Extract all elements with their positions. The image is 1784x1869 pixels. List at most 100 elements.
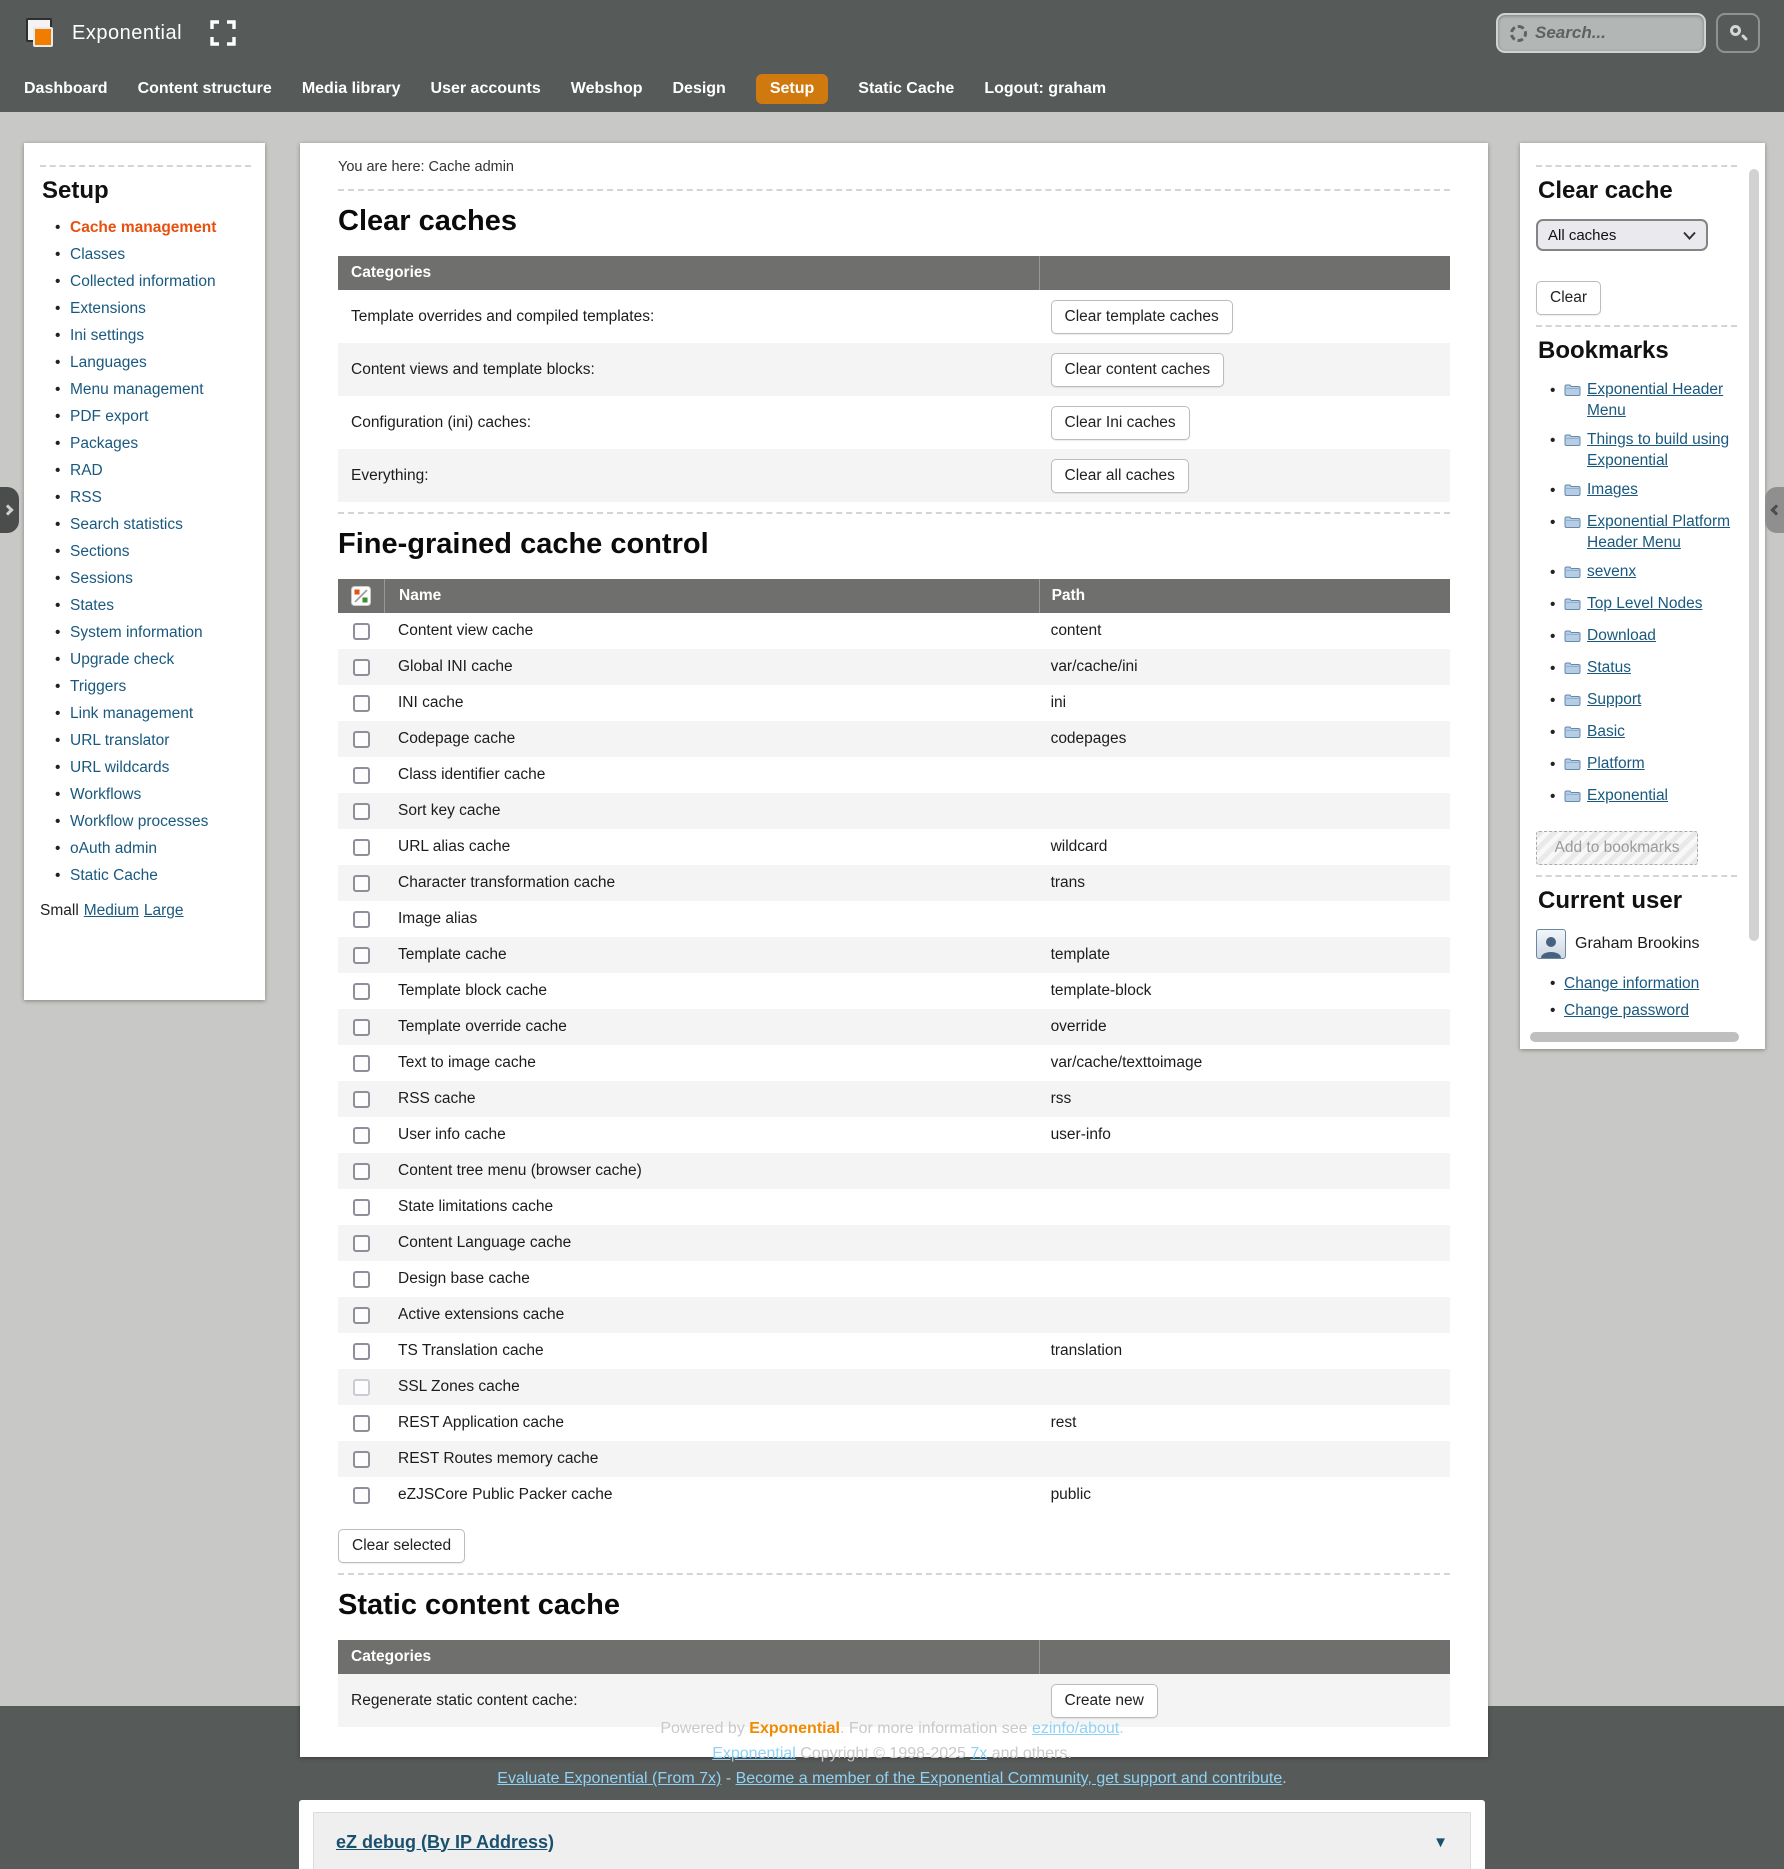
clear-template-caches-button[interactable]: Clear template caches — [1051, 300, 1233, 334]
debug-collapse-arrow[interactable]: ▼ — [1433, 1834, 1448, 1851]
sidebar-link-extensions[interactable]: Extensions — [70, 300, 146, 317]
sidebar-link-workflow-processes[interactable]: Workflow processes — [70, 813, 208, 830]
sidebar-link-rad[interactable]: RAD — [70, 462, 103, 479]
sidebar-link-cache-management[interactable]: Cache management — [70, 219, 216, 236]
sidebar-link-sections[interactable]: Sections — [70, 543, 129, 560]
nav-dashboard[interactable]: Dashboard — [24, 80, 108, 98]
sidebar-link-languages[interactable]: Languages — [70, 354, 147, 371]
sidebar-link-triggers[interactable]: Triggers — [70, 678, 126, 695]
sidebar-link-menu-management[interactable]: Menu management — [70, 381, 204, 398]
checkbox-template-block-cache[interactable] — [353, 983, 370, 1000]
sidebar-link-ini-settings[interactable]: Ini settings — [70, 327, 144, 344]
clear-selected-button[interactable]: Clear selected — [338, 1529, 465, 1563]
user-link-change-password[interactable]: Change password — [1564, 1002, 1689, 1019]
checkbox-ts-translation-cache[interactable] — [353, 1343, 370, 1360]
bookmark-link-status[interactable]: Status — [1587, 657, 1631, 678]
bookmark-link-top-level-nodes[interactable]: Top Level Nodes — [1587, 593, 1702, 614]
create-new-button[interactable]: Create new — [1051, 1684, 1158, 1718]
size-link-large[interactable]: Large — [144, 902, 184, 919]
nav-media-library[interactable]: Media library — [302, 80, 401, 98]
bookmark-link-sevenx[interactable]: sevenx — [1587, 561, 1636, 582]
nav-static-cache[interactable]: Static Cache — [858, 80, 954, 98]
footer-link-exponential[interactable]: Exponential — [712, 1745, 796, 1762]
sidebar-link-states[interactable]: States — [70, 597, 114, 614]
sidebar-link-packages[interactable]: Packages — [70, 435, 138, 452]
checkbox-class-identifier-cache[interactable] — [353, 767, 370, 784]
footer-link-7x[interactable]: 7x — [970, 1745, 987, 1762]
checkbox-image-alias[interactable] — [353, 911, 370, 928]
sidebar-link-url-wildcards[interactable]: URL wildcards — [70, 759, 169, 776]
table-row: Image alias — [338, 901, 1450, 937]
checkbox-rss-cache[interactable] — [353, 1091, 370, 1108]
sidebar-link-oauth-admin[interactable]: oAuth admin — [70, 840, 157, 857]
vertical-scrollbar[interactable] — [1749, 169, 1759, 941]
footer-link-ezinfo-about[interactable]: ezinfo/about — [1032, 1720, 1119, 1737]
search-button[interactable] — [1716, 13, 1760, 53]
sidebar-link-static-cache[interactable]: Static Cache — [70, 867, 158, 884]
select-all-cell[interactable] — [338, 579, 384, 613]
left-panel-collapse-handle[interactable] — [0, 487, 19, 533]
checkbox-ini-cache[interactable] — [353, 695, 370, 712]
checkbox-content-tree-menu-browser-cache[interactable] — [353, 1163, 370, 1180]
folder-icon — [1564, 692, 1581, 713]
bookmark-link-basic[interactable]: Basic — [1587, 721, 1625, 742]
sidebar-link-sessions[interactable]: Sessions — [70, 570, 133, 587]
nav-content-structure[interactable]: Content structure — [138, 80, 272, 98]
bookmark-link-images[interactable]: Images — [1587, 479, 1638, 500]
user-link-change-information[interactable]: Change information — [1564, 975, 1699, 992]
search-input[interactable]: Search... — [1496, 13, 1706, 53]
checkbox-rest-application-cache[interactable] — [353, 1415, 370, 1432]
sidebar-link-url-translator[interactable]: URL translator — [70, 732, 169, 749]
checkbox-sort-key-cache[interactable] — [353, 803, 370, 820]
sidebar-link-classes[interactable]: Classes — [70, 246, 125, 263]
checkbox-url-alias-cache[interactable] — [353, 839, 370, 856]
bookmark-link-platform[interactable]: Platform — [1587, 753, 1645, 774]
sidebar-link-pdf-export[interactable]: PDF export — [70, 408, 148, 425]
sidebar-link-upgrade-check[interactable]: Upgrade check — [70, 651, 174, 668]
nav-logout-graham[interactable]: Logout: graham — [984, 80, 1106, 98]
footer-link-evaluate-exponential-from-7x[interactable]: Evaluate Exponential (From 7x) — [497, 1770, 721, 1787]
right-panel-collapse-handle[interactable] — [1765, 487, 1784, 533]
clear-ini-caches-button[interactable]: Clear Ini caches — [1051, 406, 1190, 440]
checkbox-user-info-cache[interactable] — [353, 1127, 370, 1144]
checkbox-state-limitations-cache[interactable] — [353, 1199, 370, 1216]
sidebar-link-workflows[interactable]: Workflows — [70, 786, 141, 803]
sidebar-link-search-statistics[interactable]: Search statistics — [70, 516, 183, 533]
clear-all-caches-button[interactable]: Clear all caches — [1051, 459, 1189, 493]
checkbox-rest-routes-memory-cache[interactable] — [353, 1451, 370, 1468]
sidebar-link-rss[interactable]: RSS — [70, 489, 102, 506]
sidebar-link-collected-information[interactable]: Collected information — [70, 273, 216, 290]
bookmark-link-things-to-build-using-exponential[interactable]: Things to build using Exponential — [1587, 429, 1737, 471]
bookmark-link-exponential[interactable]: Exponential — [1587, 785, 1668, 806]
bookmark-item: Top Level Nodes — [1550, 593, 1737, 617]
checkbox-ezjscore-public-packer-cache[interactable] — [353, 1487, 370, 1504]
nav-design[interactable]: Design — [672, 80, 725, 98]
checkbox-global-ini-cache[interactable] — [353, 659, 370, 676]
checkbox-content-language-cache[interactable] — [353, 1235, 370, 1252]
nav-user-accounts[interactable]: User accounts — [431, 80, 541, 98]
sidebar-link-link-management[interactable]: Link management — [70, 705, 193, 722]
size-link-medium[interactable]: Medium — [84, 902, 139, 919]
checkbox-text-to-image-cache[interactable] — [353, 1055, 370, 1072]
checkbox-character-transformation-cache[interactable] — [353, 875, 370, 892]
fullscreen-icon[interactable] — [210, 20, 236, 46]
nav-setup[interactable]: Setup — [756, 74, 828, 104]
checkbox-content-view-cache[interactable] — [353, 623, 370, 640]
horizontal-scrollbar[interactable] — [1530, 1032, 1739, 1042]
footer-link-become-a-member-of-the-exponential-commu[interactable]: Become a member of the Exponential Commu… — [736, 1770, 1283, 1787]
bookmark-link-exponential-header-menu[interactable]: Exponential Header Menu — [1587, 379, 1737, 421]
debug-toggle-link[interactable]: eZ debug (By IP Address) — [336, 1832, 554, 1853]
bookmark-link-exponential-platform-header-menu[interactable]: Exponential Platform Header Menu — [1587, 511, 1737, 553]
bookmark-link-download[interactable]: Download — [1587, 625, 1656, 646]
checkbox-template-override-cache[interactable] — [353, 1019, 370, 1036]
cache-type-select[interactable]: All caches — [1536, 219, 1708, 251]
checkbox-codepage-cache[interactable] — [353, 731, 370, 748]
checkbox-active-extensions-cache[interactable] — [353, 1307, 370, 1324]
checkbox-design-base-cache[interactable] — [353, 1271, 370, 1288]
checkbox-template-cache[interactable] — [353, 947, 370, 964]
sidebar-link-system-information[interactable]: System information — [70, 624, 203, 641]
clear-cache-button[interactable]: Clear — [1536, 281, 1601, 315]
clear-content-caches-button[interactable]: Clear content caches — [1051, 353, 1225, 387]
nav-webshop[interactable]: Webshop — [571, 80, 643, 98]
bookmark-link-support[interactable]: Support — [1587, 689, 1641, 710]
